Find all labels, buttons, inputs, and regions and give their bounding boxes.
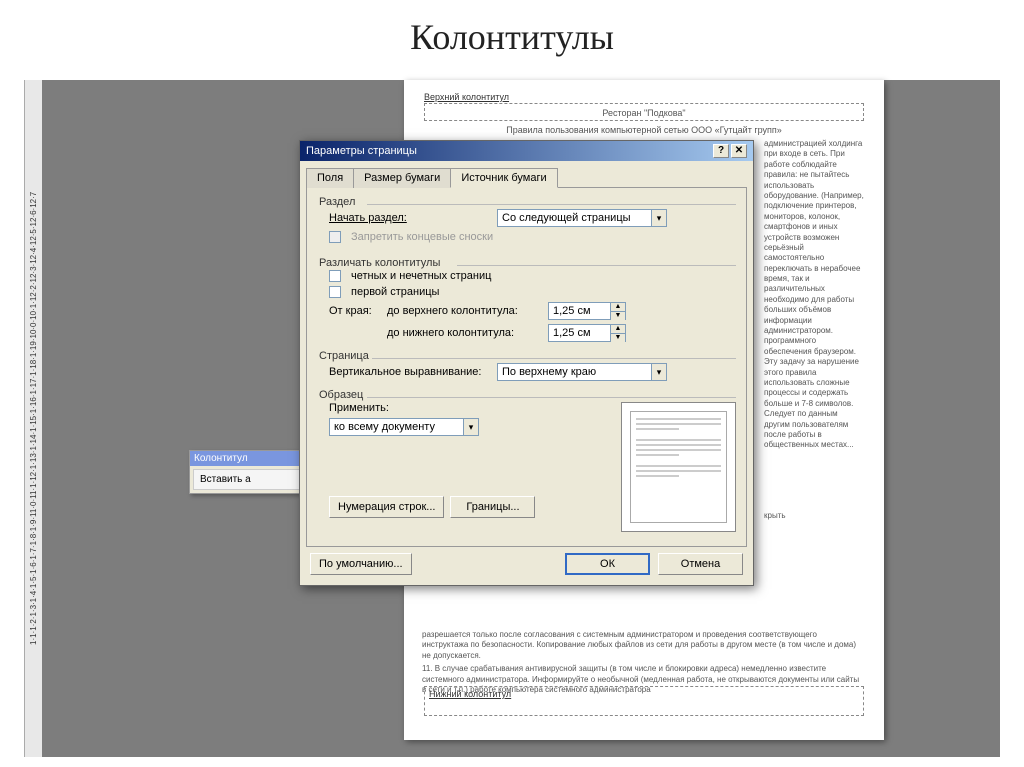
suppress-endnotes-label: Запретить концевые сноски bbox=[351, 231, 493, 243]
default-button[interactable]: По умолчанию... bbox=[310, 553, 412, 575]
apply-to-label: Применить: bbox=[329, 402, 389, 414]
vertical-ruler: 1·1·1·2·1·3·1·4·1·5·1·6·1·7·1·8·1·9·11·0… bbox=[24, 80, 42, 757]
page-fieldset: Страница Вертикальное выравнивание: По в… bbox=[317, 350, 736, 381]
start-section-label: Начать раздел: bbox=[329, 212, 491, 224]
help-icon[interactable]: ? bbox=[713, 144, 729, 158]
close-icon[interactable]: ✕ bbox=[731, 144, 747, 158]
tab-paper-source[interactable]: Источник бумаги bbox=[450, 168, 557, 188]
chevron-down-icon[interactable] bbox=[651, 364, 666, 380]
chevron-down-icon[interactable] bbox=[463, 419, 478, 435]
dialog-tabs: Поля Размер бумаги Источник бумаги bbox=[300, 161, 753, 187]
first-page-label: первой страницы bbox=[351, 286, 439, 298]
doc-subtitle: Правила пользования компьютерной сетью О… bbox=[424, 125, 864, 135]
footer-distance-spinner[interactable]: 1,25 см ▲▼ bbox=[548, 324, 626, 342]
section-fieldset: Раздел Начать раздел: Со следующей стран… bbox=[317, 196, 736, 243]
chevron-down-icon[interactable] bbox=[651, 210, 666, 226]
start-section-combo[interactable]: Со следующей страницы bbox=[497, 209, 667, 227]
page-setup-dialog: Параметры страницы ? ✕ Поля Размер бумаг… bbox=[299, 140, 754, 586]
footer-zone[interactable]: Нижний колонтитул bbox=[424, 686, 864, 716]
footer-field-label: Нижний колонтитул bbox=[429, 689, 511, 699]
to-footer-label: до нижнего колонтитула: bbox=[387, 327, 542, 339]
odd-even-label: четных и нечетных страниц bbox=[351, 270, 491, 282]
suppress-endnotes-checkbox bbox=[329, 231, 341, 243]
preview-box bbox=[621, 402, 736, 532]
header-zone[interactable]: Ресторан "Подкова" bbox=[424, 103, 864, 121]
headers-fieldset: Различать колонтитулы четных и нечетных … bbox=[317, 257, 736, 342]
tab-paper-size[interactable]: Размер бумаги bbox=[353, 168, 451, 188]
to-header-label: до верхнего колонтитула: bbox=[387, 305, 542, 317]
odd-even-checkbox[interactable] bbox=[329, 270, 341, 282]
cancel-button[interactable]: Отмена bbox=[658, 553, 743, 575]
ok-button[interactable]: ОК bbox=[565, 553, 650, 575]
preview-fieldset: Образец Применить: ко всему документу Ну… bbox=[317, 389, 736, 532]
borders-button[interactable]: Границы... bbox=[450, 496, 535, 518]
headers-footers-toolbar[interactable]: Колонтитул Вставить а bbox=[189, 450, 309, 494]
slide-title: Колонтитулы bbox=[0, 0, 1024, 66]
header-distance-spinner[interactable]: 1,25 см ▲▼ bbox=[548, 302, 626, 320]
page-legend: Страница bbox=[317, 350, 371, 362]
first-page-checkbox[interactable] bbox=[329, 286, 341, 298]
preview-legend: Образец bbox=[317, 389, 365, 401]
header-field-label: Верхний колонтитул bbox=[424, 92, 864, 102]
tab-fields[interactable]: Поля bbox=[306, 168, 354, 188]
from-edge-label: От края: bbox=[329, 305, 381, 317]
dialog-titlebar[interactable]: Параметры страницы ? ✕ bbox=[300, 141, 753, 161]
tab-content: Раздел Начать раздел: Со следующей стран… bbox=[306, 187, 747, 547]
valign-label: Вертикальное выравнивание: bbox=[329, 366, 491, 378]
insert-button[interactable]: Вставить а bbox=[193, 469, 305, 490]
doc-restaurant: Ресторан "Подкова" bbox=[429, 108, 859, 118]
apply-to-combo[interactable]: ко всему документу bbox=[329, 418, 479, 436]
line-numbers-button[interactable]: Нумерация строк... bbox=[329, 496, 444, 518]
valign-combo[interactable]: По верхнему краю bbox=[497, 363, 667, 381]
toolbar-title: Колонтитул bbox=[190, 451, 308, 466]
headers-legend: Различать колонтитулы bbox=[317, 257, 442, 269]
workspace: 1·1·1·2·1·3·1·4·1·5·1·6·1·7·1·8·1·9·11·0… bbox=[24, 80, 1000, 757]
section-legend: Раздел bbox=[317, 196, 357, 208]
dialog-title: Параметры страницы bbox=[306, 145, 417, 157]
